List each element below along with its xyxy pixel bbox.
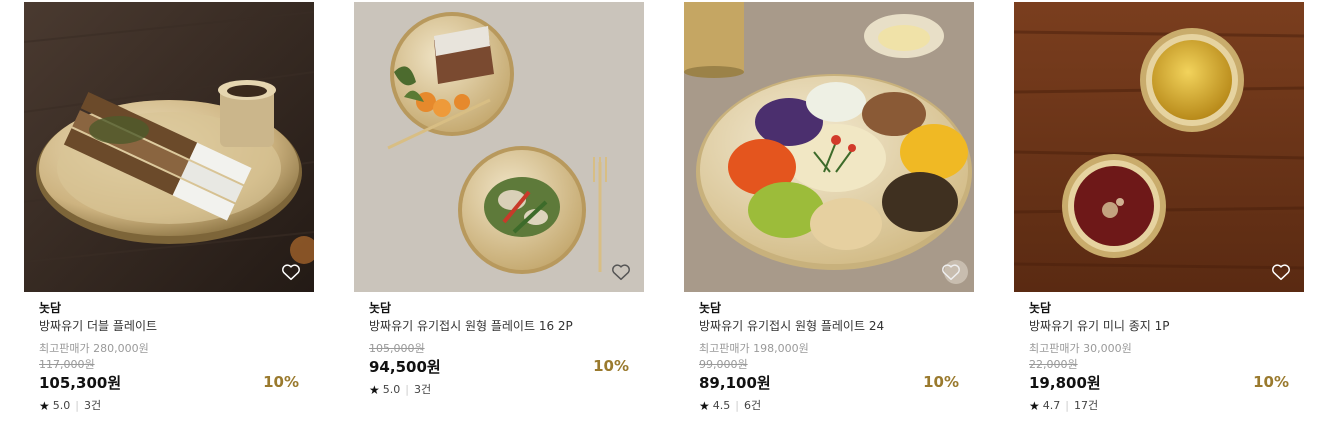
rating-row: ★ 4.5 | 6건 <box>699 398 959 414</box>
max-price: 최고판매가 30,000원 <box>1029 342 1132 355</box>
product-name[interactable]: 방짜유기 유기 미니 종지 1P <box>1029 318 1289 335</box>
review-count: 3건 <box>83 399 102 412</box>
wishlist-heart-icon[interactable] <box>940 261 962 283</box>
wishlist-heart-icon[interactable] <box>1270 261 1292 283</box>
product-card-3[interactable]: 놋담 방짜유기 유기접시 원형 플레이트 24 최고판매가 198,000원 9… <box>684 2 974 422</box>
original-price: 117,000원 <box>39 358 95 371</box>
rating-row: ★ 4.7 | 17건 <box>1029 398 1289 414</box>
sale-price: 94,500원 <box>369 358 441 376</box>
product-name[interactable]: 방짜유기 유기접시 원형 플레이트 24 <box>699 318 959 335</box>
divider: | <box>75 399 79 412</box>
max-price: 최고판매가 198,000원 <box>699 342 809 355</box>
product-info: 놋담 방짜유기 유기 미니 종지 1P 최고판매가 30,000원 22,000… <box>1029 300 1289 414</box>
wishlist-heart-icon[interactable] <box>610 261 632 283</box>
discount-rate: 10% <box>593 357 629 375</box>
product-info: 놋담 방짜유기 유기접시 원형 플레이트 16 2P 105,000원 94,5… <box>369 300 629 398</box>
sale-price: 89,100원 <box>699 374 771 392</box>
original-price: 22,000원 <box>1029 358 1078 371</box>
sale-price: 19,800원 <box>1029 374 1101 392</box>
rating-row: ★ 5.0 | 3건 <box>369 382 629 398</box>
rating-score: 4.7 <box>1042 399 1061 412</box>
star-icon: ★ <box>369 383 380 397</box>
max-price: 최고판매가 280,000원 <box>39 342 149 355</box>
rating-score: 5.0 <box>382 383 401 396</box>
product-image[interactable] <box>1014 2 1304 292</box>
product-image[interactable] <box>684 2 974 292</box>
brand-name[interactable]: 놋담 <box>369 300 629 317</box>
divider: | <box>735 399 739 412</box>
review-count: 3건 <box>413 383 432 396</box>
star-icon: ★ <box>1029 399 1040 413</box>
product-name[interactable]: 방짜유기 유기접시 원형 플레이트 16 2P <box>369 318 629 335</box>
review-count: 17건 <box>1073 399 1099 412</box>
discount-rate: 10% <box>263 373 299 391</box>
discount-rate: 10% <box>1253 373 1289 391</box>
brand-name[interactable]: 놋담 <box>1029 300 1289 317</box>
star-icon: ★ <box>39 399 50 413</box>
rating-score: 4.5 <box>712 399 731 412</box>
product-image[interactable] <box>24 2 314 292</box>
review-count: 6건 <box>743 399 762 412</box>
product-image[interactable] <box>354 2 644 292</box>
product-card-4[interactable]: 놋담 방짜유기 유기 미니 종지 1P 최고판매가 30,000원 22,000… <box>1014 2 1304 422</box>
product-card-2[interactable]: 놋담 방짜유기 유기접시 원형 플레이트 16 2P 105,000원 94,5… <box>354 2 644 422</box>
sale-price: 105,300원 <box>39 374 122 392</box>
brand-name[interactable]: 놋담 <box>699 300 959 317</box>
product-card-1[interactable]: 놋담 방짜유기 더블 플레이트 최고판매가 280,000원 117,000원 … <box>24 2 314 422</box>
divider: | <box>405 383 409 396</box>
product-info: 놋담 방짜유기 유기접시 원형 플레이트 24 최고판매가 198,000원 9… <box>699 300 959 414</box>
rating-row: ★ 5.0 | 3건 <box>39 398 299 414</box>
brand-name[interactable]: 놋담 <box>39 300 299 317</box>
rating-score: 5.0 <box>52 399 71 412</box>
star-icon: ★ <box>699 399 710 413</box>
wishlist-heart-icon[interactable] <box>280 261 302 283</box>
product-name[interactable]: 방짜유기 더블 플레이트 <box>39 318 299 335</box>
original-price: 99,000원 <box>699 358 748 371</box>
original-price: 105,000원 <box>369 342 425 355</box>
discount-rate: 10% <box>923 373 959 391</box>
product-info: 놋담 방짜유기 더블 플레이트 최고판매가 280,000원 117,000원 … <box>39 300 299 414</box>
divider: | <box>1065 399 1069 412</box>
